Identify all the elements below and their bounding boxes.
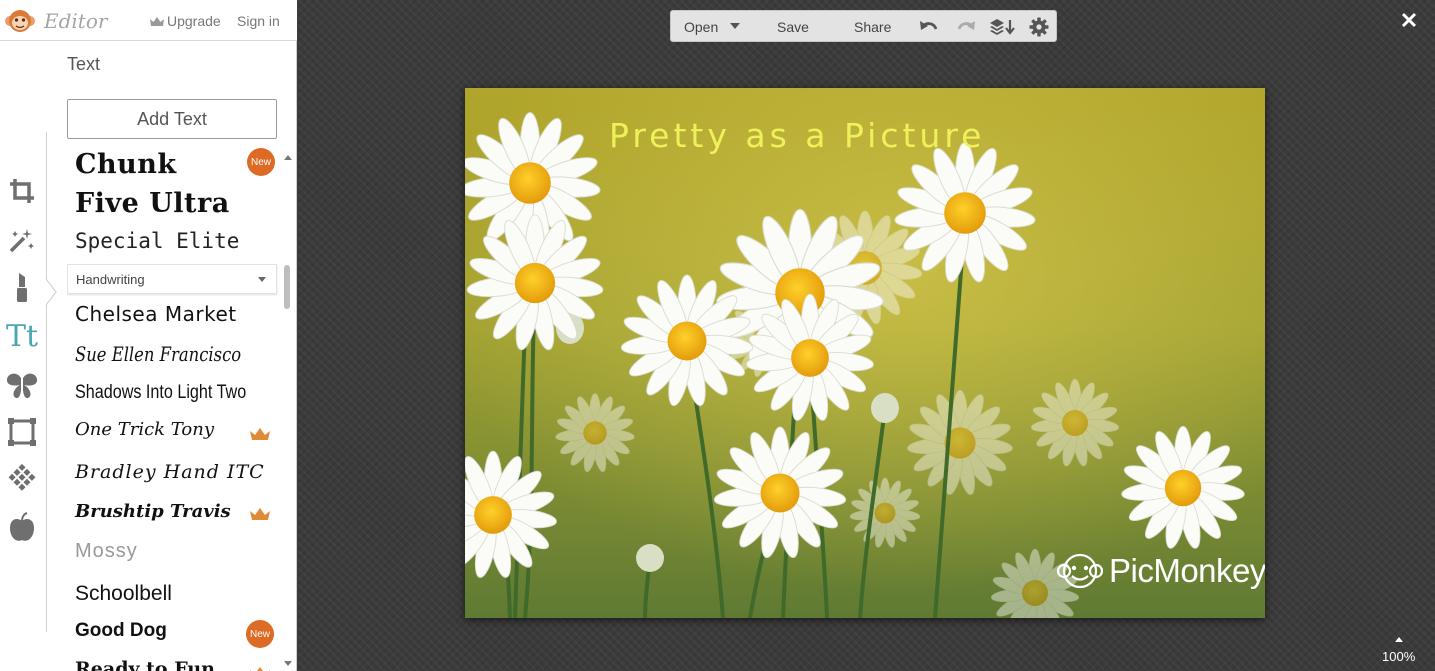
- font-name: Chunk Five Ultra: [75, 149, 230, 219]
- text-tool[interactable]: Tt: [4, 318, 40, 354]
- font-name: Schoolbell: [75, 582, 172, 605]
- font-item[interactable]: Mossy: [75, 540, 138, 563]
- texture-icon: [8, 463, 36, 491]
- font-name: Chelsea Market: [75, 302, 237, 326]
- close-icon[interactable]: [1399, 10, 1419, 30]
- frames-tool[interactable]: [4, 414, 40, 450]
- rail-divider: [46, 132, 47, 632]
- butterfly-icon: [6, 373, 38, 399]
- effects-tool[interactable]: [4, 222, 40, 258]
- open-button[interactable]: Open: [684, 19, 718, 35]
- redo-icon[interactable]: [955, 17, 977, 37]
- undo-icon[interactable]: [918, 17, 940, 37]
- font-name: Brushtip Travis: [75, 501, 231, 522]
- pane-title: Text: [67, 54, 101, 74]
- font-item[interactable]: One Trick Tony: [75, 419, 214, 440]
- text-icon: Tt: [5, 318, 39, 354]
- font-name: Good Dog: [75, 620, 167, 641]
- font-item[interactable]: Chunk Five Ultra: [75, 145, 240, 223]
- font-item[interactable]: Chelsea Market: [75, 302, 237, 326]
- textures-tool[interactable]: [4, 460, 40, 496]
- magic-wand-icon: [9, 229, 34, 253]
- font-item[interactable]: Ready to Fun: [75, 658, 215, 671]
- edited-photo[interactable]: Pretty as a Picture PicMonkey: [465, 88, 1265, 618]
- font-item[interactable]: Bradley Hand ITC: [75, 461, 265, 483]
- save-button[interactable]: Save: [777, 19, 809, 35]
- premium-crown-icon: [250, 428, 270, 440]
- premium-crown-icon: [250, 508, 270, 520]
- font-item[interactable]: Good Dog: [75, 620, 167, 642]
- editor-panel: Editor Upgrade Sign in Tt Text Add Text …: [0, 0, 297, 671]
- font-item[interactable]: Sue Ellen Francisco: [75, 342, 241, 366]
- crop-tool[interactable]: [4, 173, 40, 209]
- lipstick-icon: [17, 273, 27, 302]
- chevron-down-icon[interactable]: [729, 22, 741, 30]
- font-item[interactable]: Special Elite: [75, 229, 239, 253]
- font-name: Shadows Into Light Two: [75, 382, 247, 403]
- overlays-tool[interactable]: [4, 368, 40, 404]
- add-text-button[interactable]: Add Text: [67, 99, 277, 139]
- apple-icon: [10, 512, 34, 541]
- font-item[interactable]: Shadows Into Light Two: [75, 382, 246, 404]
- editor-toolbar: Open Save Share: [670, 10, 1057, 42]
- frame-icon: [8, 418, 36, 446]
- share-button[interactable]: Share: [854, 19, 891, 35]
- scroll-up-arrow-icon[interactable]: [283, 153, 293, 161]
- upgrade-label: Upgrade: [167, 13, 221, 29]
- font-category-dropdown[interactable]: Handwriting: [67, 264, 277, 294]
- touch-up-tool[interactable]: [4, 269, 40, 305]
- font-name: Sue Ellen Francisco: [75, 342, 242, 366]
- font-name: Ready to Fun: [75, 658, 215, 671]
- active-tool-pointer-icon: [45, 279, 57, 305]
- gear-icon[interactable]: [1029, 17, 1049, 37]
- crown-icon: [150, 17, 164, 26]
- new-badge: New: [246, 620, 274, 648]
- crop-icon: [10, 179, 34, 203]
- font-name: One Trick Tony: [75, 419, 215, 440]
- app-title: Editor: [44, 9, 108, 33]
- upgrade-link[interactable]: Upgrade: [150, 13, 221, 29]
- zoom-level[interactable]: 100%: [1382, 649, 1415, 664]
- picmonkey-watermark: PicMonkey: [1057, 552, 1265, 590]
- photo-caption-text[interactable]: Pretty as a Picture: [609, 116, 985, 155]
- zoom-up-arrow-icon[interactable]: [1393, 635, 1405, 643]
- premium-crown-icon: [250, 667, 270, 671]
- watermark-text: PicMonkey: [1109, 552, 1265, 589]
- panel-header: Editor Upgrade Sign in: [0, 0, 297, 41]
- layers-icon[interactable]: [989, 17, 1015, 37]
- font-name: Bradley Hand ITC: [75, 461, 265, 483]
- font-name: Mossy: [75, 540, 138, 562]
- new-badge: New: [247, 148, 275, 176]
- chevron-down-icon: [258, 277, 266, 282]
- tool-rail: Tt: [0, 42, 48, 671]
- monkey-logo-icon[interactable]: [4, 8, 36, 34]
- daisy-photo-image: [465, 88, 1265, 618]
- category-label: Handwriting: [76, 272, 145, 287]
- font-item[interactable]: Brushtip Travis: [75, 501, 231, 522]
- font-list-scrollbar[interactable]: [284, 265, 290, 309]
- font-name: Special Elite: [75, 229, 240, 253]
- font-list[interactable]: Chunk Five Ultra New Special Elite Handw…: [67, 142, 281, 671]
- themes-tool[interactable]: [4, 510, 40, 546]
- scroll-down-arrow-icon[interactable]: [283, 660, 293, 668]
- sign-in-link[interactable]: Sign in: [237, 13, 280, 29]
- monkey-logo-icon: [1057, 553, 1103, 589]
- font-item[interactable]: Schoolbell: [75, 582, 172, 606]
